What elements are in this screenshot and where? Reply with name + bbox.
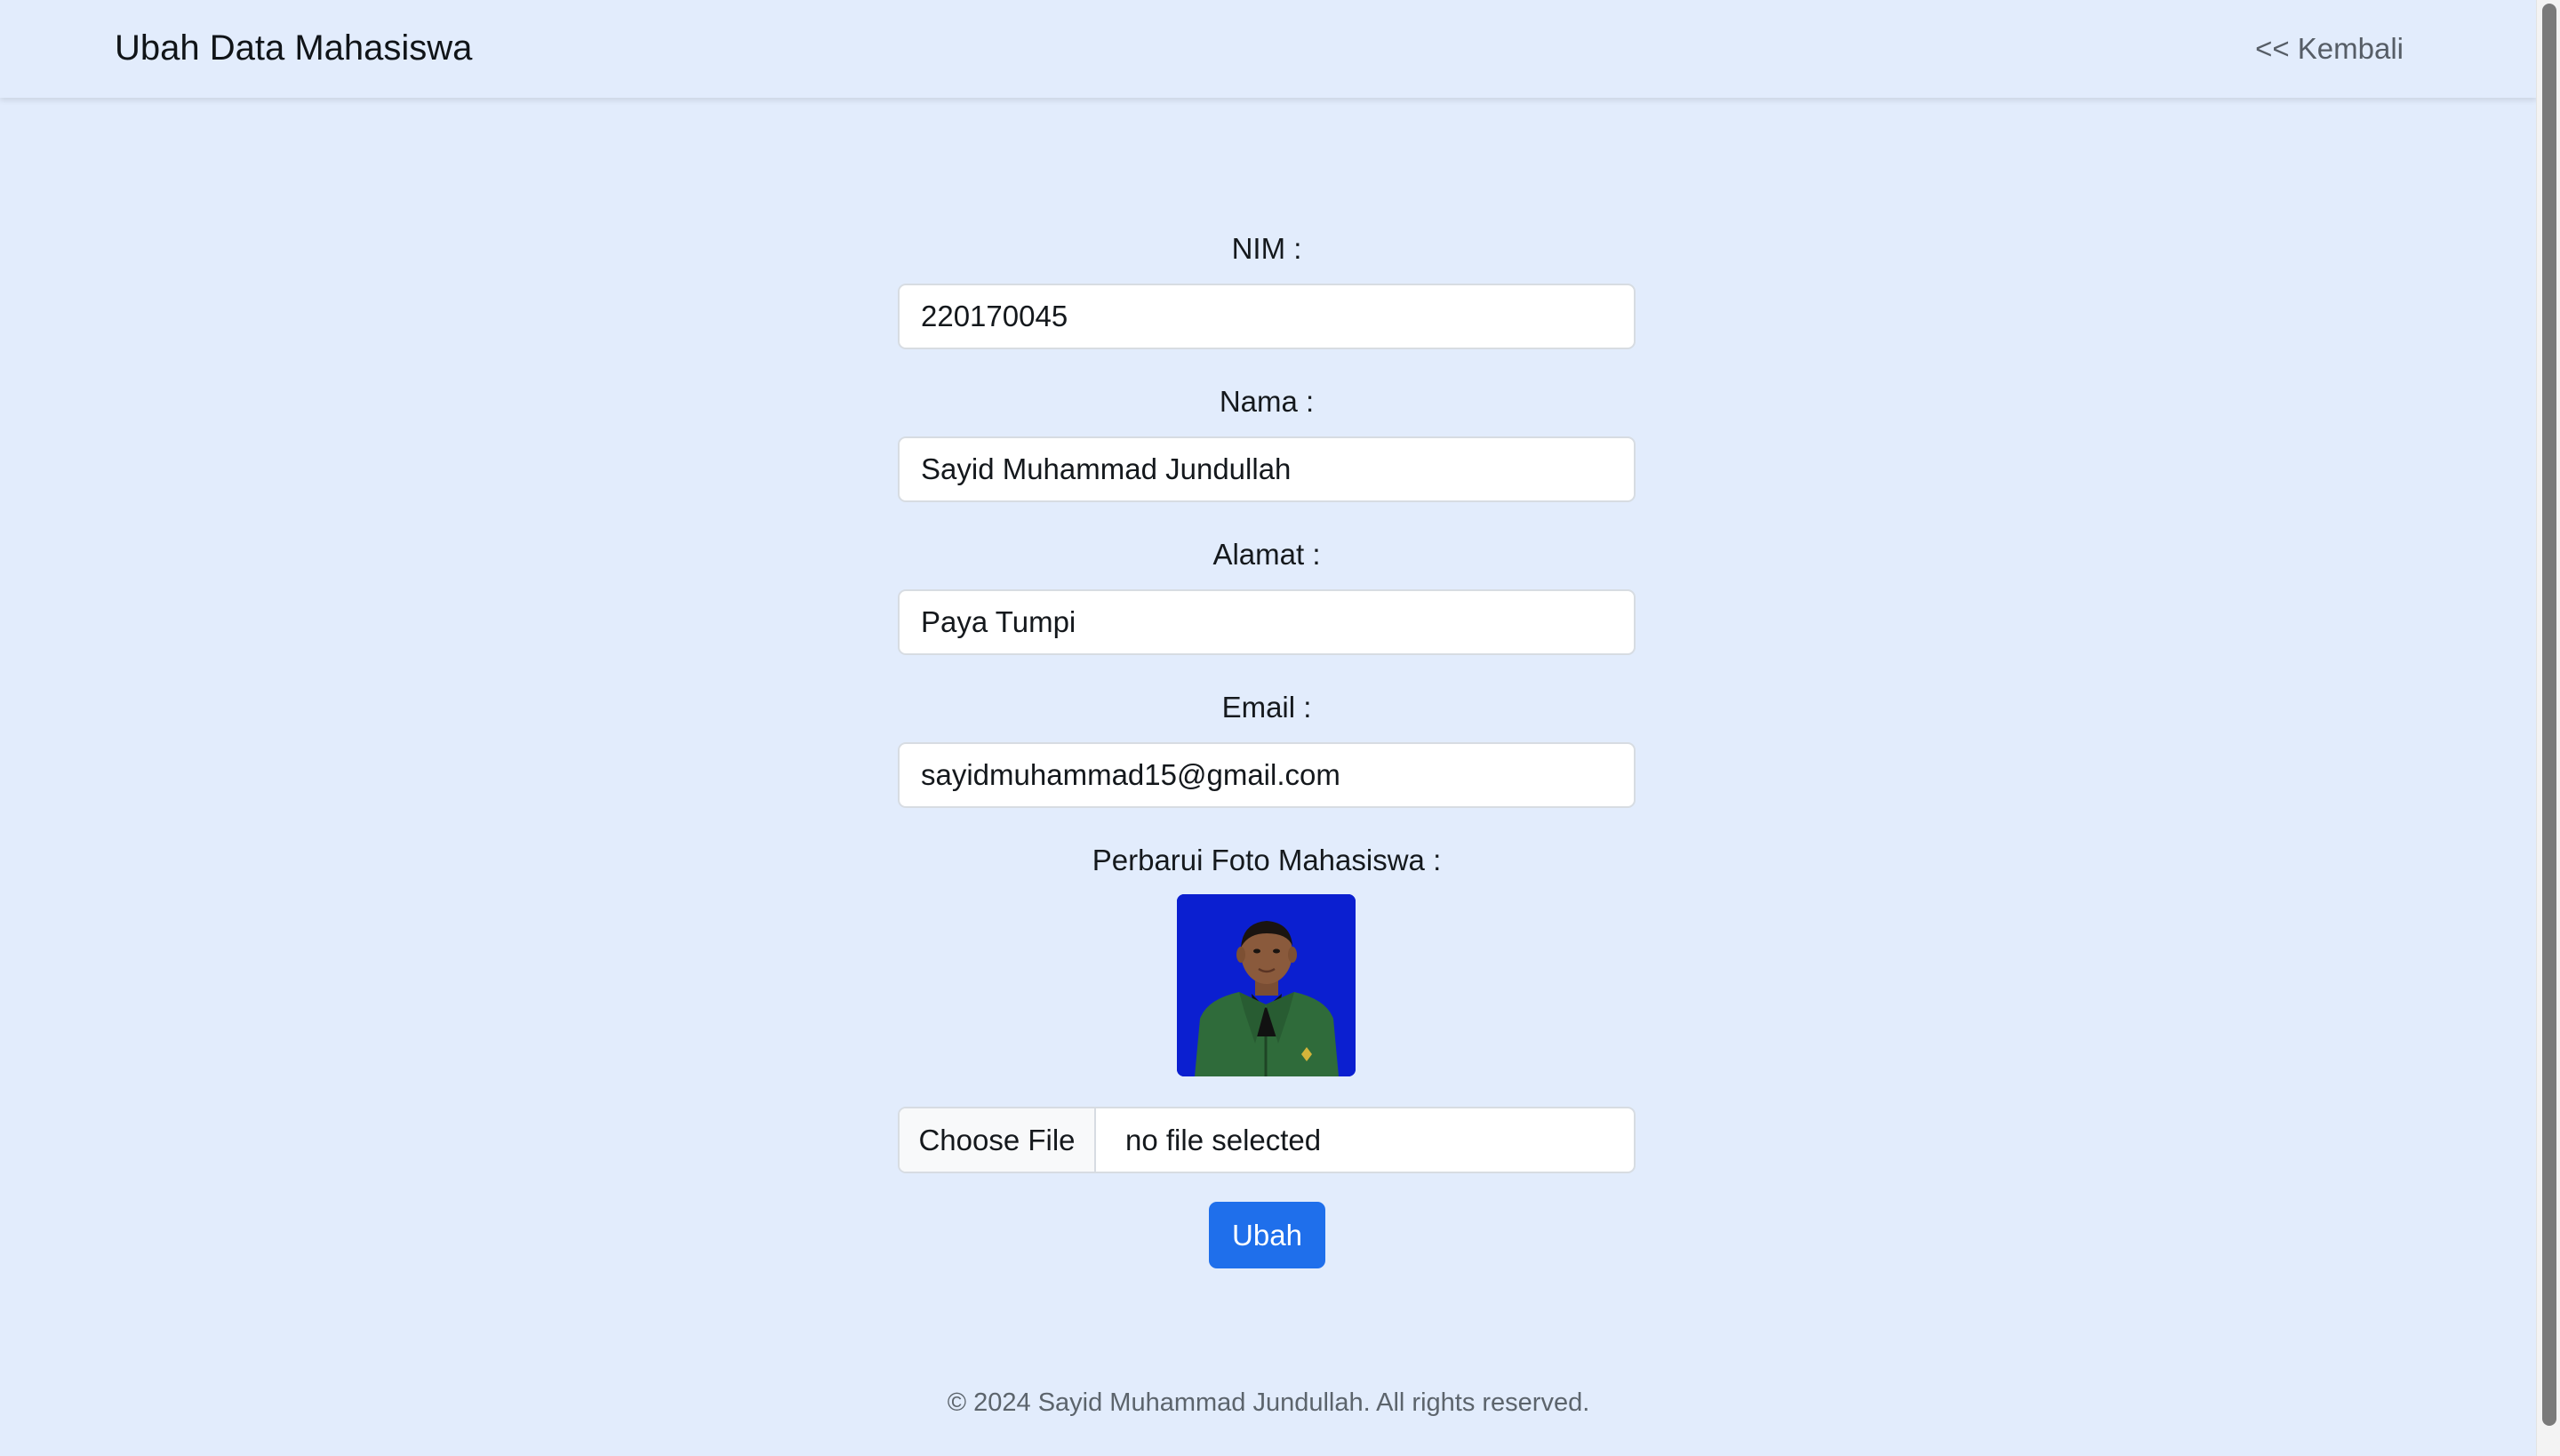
file-status-text: no file selected <box>1125 1124 1322 1156</box>
alamat-label: Alamat : <box>1212 538 1321 571</box>
alamat-input[interactable] <box>898 589 1636 655</box>
student-photo-image <box>1177 894 1356 1076</box>
nama-label: Nama : <box>1219 385 1315 418</box>
back-link[interactable]: << Kembali <box>2255 27 2404 71</box>
nim-label: NIM : <box>1231 232 1302 265</box>
scrollbar-thumb[interactable] <box>2542 4 2556 1426</box>
nim-input[interactable] <box>898 284 1636 349</box>
vertical-scrollbar[interactable] <box>2536 0 2560 1456</box>
choose-file-button[interactable]: Choose File <box>900 1108 1096 1172</box>
submit-button[interactable]: Ubah <box>1209 1202 1325 1268</box>
email-input[interactable] <box>898 742 1636 808</box>
page-title: Ubah Data Mahasiswa <box>115 28 473 68</box>
email-label: Email : <box>1221 691 1312 724</box>
footer-copyright: © 2024 Sayid Muhammad Jundullah. All rig… <box>947 1388 1590 1417</box>
photo-file-input[interactable]: Choose File no file selected <box>898 1107 1636 1173</box>
page: Ubah Data Mahasiswa << Kembali NIM : Nam… <box>0 0 2560 1456</box>
student-photo <box>1177 894 1356 1076</box>
navbar: Ubah Data Mahasiswa << Kembali <box>0 0 2537 98</box>
nama-input[interactable] <box>898 436 1636 502</box>
photo-label: Perbarui Foto Mahasiswa : <box>1092 844 1442 876</box>
